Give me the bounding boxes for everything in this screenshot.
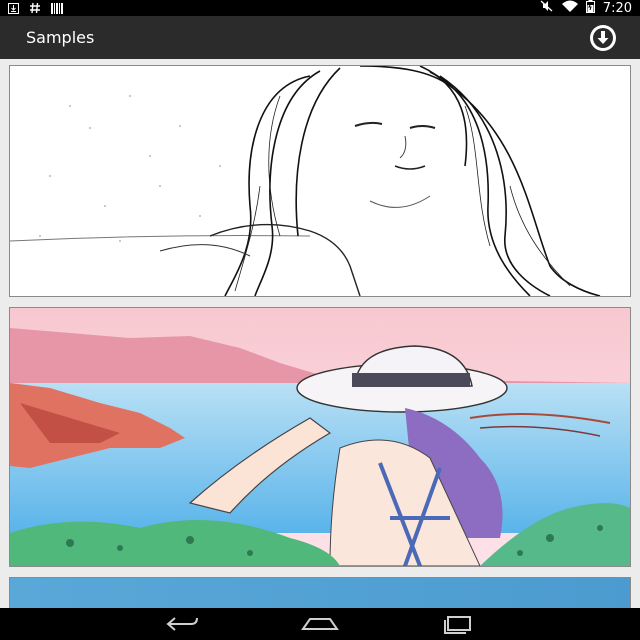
status-bar-system: 7:20 [540,0,632,16]
mute-icon [540,0,554,16]
page-title: Samples [26,28,95,47]
sketch-image [10,66,630,296]
download-button[interactable] [588,23,618,53]
wifi-icon [561,0,578,16]
sky-image [10,578,630,608]
app-bar: Samples [0,16,640,59]
watercolor-image [10,308,630,566]
recents-icon [444,616,471,634]
hash-icon [29,0,41,18]
download-notification-icon [8,0,19,18]
home-button[interactable] [290,608,350,640]
samples-list[interactable] [0,59,640,608]
sample-card-watercolor[interactable] [9,307,631,567]
battery-icon [585,0,595,17]
status-bar-notifications [8,0,63,16]
sample-card-sketch[interactable] [9,65,631,297]
sample-card-partial[interactable] [9,577,631,608]
recents-button[interactable] [428,608,488,640]
navigation-bar [0,608,640,640]
back-icon [166,617,198,631]
back-button[interactable] [153,608,213,640]
barcode-icon [51,0,63,18]
home-icon [301,618,339,630]
status-time: 7:20 [602,0,632,16]
download-circle-icon [590,25,616,51]
status-bar: 7:20 [0,0,640,16]
